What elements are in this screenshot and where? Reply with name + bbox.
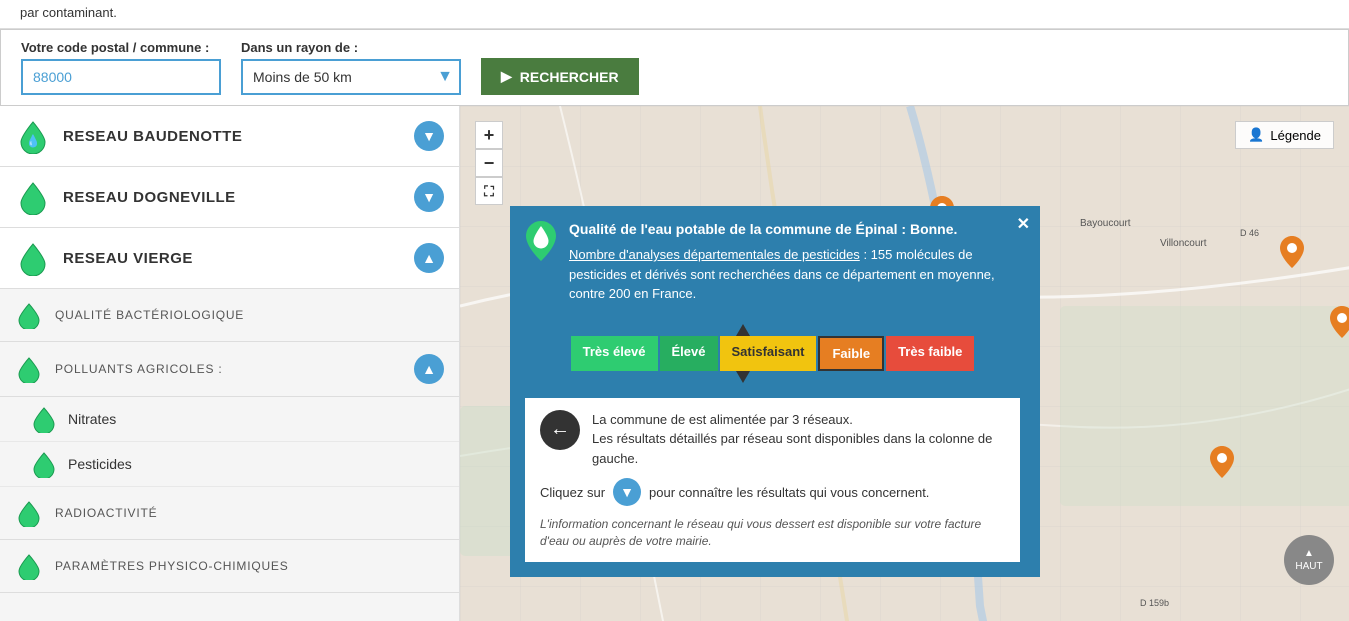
chevron-up-icon: ▲ xyxy=(1304,548,1314,559)
range-select[interactable]: Moins de 10 km Moins de 20 km Moins de 5… xyxy=(241,59,461,95)
parametres-item[interactable]: PARAMÈTRES PHYSICO-CHIMIQUES xyxy=(0,540,459,593)
popup-note: L'information concernant le réseau qui v… xyxy=(540,516,1005,550)
quality-scale-container: Très élevé Élevé Satisfaisant Faible Trè… xyxy=(525,324,1020,383)
popup-bottom-content: ← La commune de est alimentée par 3 rése… xyxy=(540,410,1005,469)
chevron-polluants[interactable]: ▲ xyxy=(414,354,444,384)
polluants-agricoles-label: POLLUANTS AGRICOLES : xyxy=(55,362,223,376)
water-drop-polluants-icon xyxy=(15,355,43,383)
radioactivite-label: RADIOACTIVITÉ xyxy=(55,506,157,520)
scale-arrow-top xyxy=(736,324,750,336)
chevron-vierge[interactable]: ▲ xyxy=(414,243,444,273)
water-drop-radio-icon xyxy=(15,499,43,527)
radioactivite-item[interactable]: RADIOACTIVITÉ xyxy=(0,487,459,540)
reseau-baudenotte-label: RESEAU BAUDENOTTE xyxy=(63,128,402,145)
pesticides-label: Pesticides xyxy=(68,456,132,472)
scale-wrapper: Très élevé Élevé Satisfaisant Faible Trè… xyxy=(571,324,975,383)
popup-header: Qualité de l'eau potable de la commune d… xyxy=(525,221,1020,316)
range-select-wrapper: Moins de 10 km Moins de 20 km Moins de 5… xyxy=(241,59,461,95)
water-drop-nitrates-icon xyxy=(30,405,58,433)
popup-text1: La commune de est alimentée par 3 réseau… xyxy=(592,410,1005,430)
vierge-sub-items: QUALITÉ BACTÉRIOLOGIQUE POLLUANTS AGRICO… xyxy=(0,289,459,593)
popup-desc: Nombre d'analyses départementales de pes… xyxy=(569,245,1020,304)
postal-input[interactable] xyxy=(21,59,221,95)
analyses-link[interactable]: Nombre d'analyses départementales de pes… xyxy=(569,247,860,262)
popup-title: Qualité de l'eau potable de la commune d… xyxy=(569,221,1020,237)
scale-tres-eleve: Très élevé xyxy=(571,336,658,371)
back-arrow-icon: ← xyxy=(540,410,580,450)
fullscreen-button[interactable]: ⛶ xyxy=(475,177,503,205)
zoom-out-button[interactable]: − xyxy=(475,149,503,177)
scale-faible: Faible xyxy=(818,336,884,371)
popup-header-content: Qualité de l'eau potable de la commune d… xyxy=(569,221,1020,316)
chevron-dogneville[interactable]: ▼ xyxy=(414,182,444,212)
main-content: 💧 RESEAU BAUDENOTTE ▼ RESEAU DOGNEVILLE … xyxy=(0,106,1349,621)
popup-text2: Les résultats détaillés par réseau sont … xyxy=(592,429,1005,468)
pesticides-item[interactable]: Pesticides xyxy=(0,442,459,487)
sidebar: 💧 RESEAU BAUDENOTTE ▼ RESEAU DOGNEVILLE … xyxy=(0,106,460,621)
reseau-dogneville-label: RESEAU DOGNEVILLE xyxy=(63,189,402,206)
postal-group: Votre code postal / commune : xyxy=(21,40,221,95)
legend-button[interactable]: 👤 Légende xyxy=(1235,121,1334,149)
scale-eleve: Élevé xyxy=(660,336,718,371)
range-group: Dans un rayon de : Moins de 10 km Moins … xyxy=(241,40,461,95)
scroll-top-label: HAUT xyxy=(1295,561,1322,572)
click-info-text1: Cliquez sur xyxy=(540,485,605,500)
click-info-text2: pour connaître les résultats qui vous co… xyxy=(649,485,929,500)
water-drop-bacterio-icon xyxy=(15,301,43,329)
svg-text:D 159b: D 159b xyxy=(1140,598,1169,608)
zoom-in-button[interactable]: + xyxy=(475,121,503,149)
scroll-top-button[interactable]: ▲ HAUT xyxy=(1284,535,1334,585)
scale-arrow-bottom xyxy=(736,371,750,383)
range-label: Dans un rayon de : xyxy=(241,40,461,55)
scale-tres-faible: Très faible xyxy=(886,336,974,371)
sidebar-item-vierge[interactable]: RESEAU VIERGE ▲ xyxy=(0,228,459,289)
map-pin-7[interactable] xyxy=(1280,236,1304,271)
popup-pin-icon xyxy=(525,221,557,316)
sidebar-item-dogneville[interactable]: RESEAU DOGNEVILLE ▼ xyxy=(0,167,459,228)
water-drop-icon-baudenotte: 💧 xyxy=(15,118,51,154)
nitrates-label: Nitrates xyxy=(68,411,116,427)
nitrates-item[interactable]: Nitrates xyxy=(0,397,459,442)
info-text: par contaminant. xyxy=(20,5,117,20)
water-drop-parametres-icon xyxy=(15,552,43,580)
map-popup: Qualité de l'eau potable de la commune d… xyxy=(510,206,1040,577)
svg-text:💧: 💧 xyxy=(26,134,41,148)
map-pin-5[interactable] xyxy=(1210,446,1234,481)
chevron-circle-icon: ▼ xyxy=(613,478,641,506)
scale-satisfaisant: Satisfaisant xyxy=(720,336,817,371)
water-drop-icon-dogneville xyxy=(15,179,51,215)
play-icon: ▶ xyxy=(501,68,512,85)
postal-label: Votre code postal / commune : xyxy=(21,40,221,55)
parametres-label: PARAMÈTRES PHYSICO-CHIMIQUES xyxy=(55,559,289,573)
popup-bottom: ← La commune de est alimentée par 3 rése… xyxy=(525,398,1020,562)
water-drop-icon-vierge xyxy=(15,240,51,276)
search-btn-label: RECHERCHER xyxy=(520,69,619,85)
search-button[interactable]: ▶ RECHERCHER xyxy=(481,58,639,95)
svg-text:Bayoucourt: Bayoucourt xyxy=(1080,218,1131,229)
svg-text:Villoncourt: Villoncourt xyxy=(1160,238,1207,249)
map-pin-8[interactable] xyxy=(1330,306,1349,341)
popup-bottom-text: La commune de est alimentée par 3 réseau… xyxy=(592,410,1005,469)
legend-label: Légende xyxy=(1270,128,1321,143)
popup-click-info: Cliquez sur ▼ pour connaître les résulta… xyxy=(540,478,1005,506)
search-bar: Votre code postal / commune : Dans un ra… xyxy=(0,29,1349,106)
water-drop-pesticides-icon xyxy=(30,450,58,478)
qualite-bacterio-item[interactable]: QUALITÉ BACTÉRIOLOGIQUE xyxy=(0,289,459,342)
map-area[interactable]: Igney Girmont Villoncourt Bayoucourt Onc… xyxy=(460,106,1349,621)
chevron-baudenotte[interactable]: ▼ xyxy=(414,121,444,151)
person-icon: 👤 xyxy=(1248,127,1264,143)
qualite-bacterio-label: QUALITÉ BACTÉRIOLOGIQUE xyxy=(55,308,244,322)
svg-text:D 46: D 46 xyxy=(1240,228,1259,238)
reseau-vierge-label: RESEAU VIERGE xyxy=(63,250,402,267)
map-controls: + − ⛶ xyxy=(475,121,503,205)
popup-close-button[interactable]: ✕ xyxy=(1017,214,1030,234)
scale-arrow-top-wrapper: Très élevé Élevé Satisfaisant Faible Trè… xyxy=(525,324,1020,383)
sidebar-item-baudenotte[interactable]: 💧 RESEAU BAUDENOTTE ▼ xyxy=(0,106,459,167)
polluants-agricoles-item[interactable]: POLLUANTS AGRICOLES : ▲ xyxy=(0,342,459,397)
info-bar: par contaminant. xyxy=(0,0,1349,29)
